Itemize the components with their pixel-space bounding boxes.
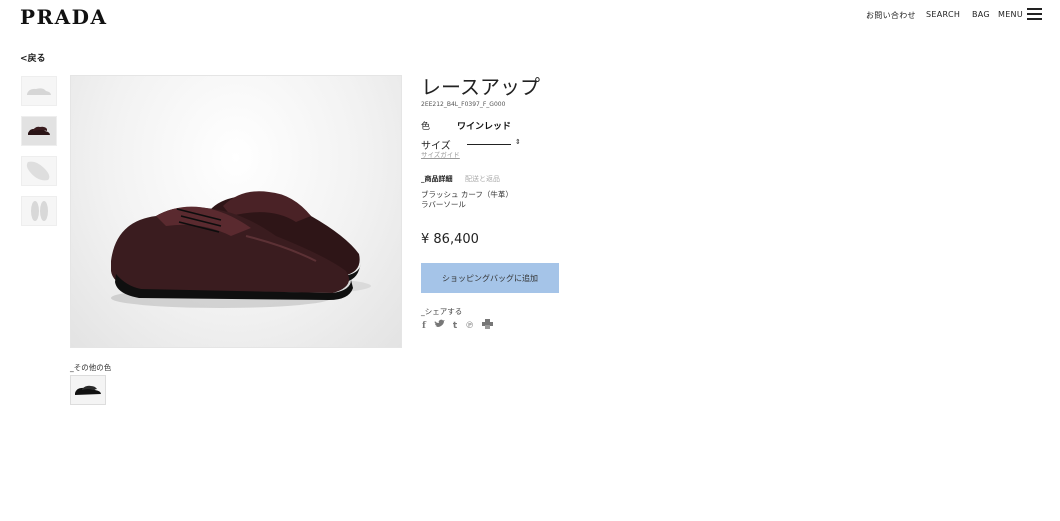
product-main-image[interactable] [70,75,402,348]
chevron-down-icon: ⇕ [515,138,521,146]
shoe-side-icon [27,88,51,95]
other-colors-label: _その他の色 [70,363,112,372]
add-to-bag-button[interactable]: ショッピングバッグに追加 [421,263,559,293]
material-line: ラバーソール [421,200,466,209]
back-link[interactable]: <戻る [20,51,46,64]
color-value: ワインレッド [457,122,512,132]
other-color-swatch[interactable] [70,375,106,405]
print-icon[interactable] [482,319,494,333]
lace-up-shoes-image [111,191,371,308]
share-label: _シェアする [421,307,463,316]
twitter-icon[interactable] [434,319,445,333]
thumbnail-pair-view[interactable] [21,116,57,146]
nav-bag[interactable]: BAG [972,10,990,19]
share-icons: f t ℗ [422,319,494,333]
thumbnail-side-view[interactable] [21,76,57,106]
tab-shipping-returns[interactable]: 配送と返品 [465,174,500,184]
hamburger-menu-icon[interactable] [1027,8,1042,20]
shoe-black-icon [75,385,101,395]
shoe-sole-icon [31,201,48,221]
thumbnail-top-view[interactable] [21,156,57,186]
prada-logo[interactable]: PRADA [20,5,108,29]
size-guide-link[interactable]: サイズガイド [421,149,460,159]
size-select-line [467,144,511,145]
shoe-top-icon [26,161,50,181]
thumbnail-sole-view[interactable] [21,196,57,226]
tumblr-icon[interactable]: t [453,320,457,332]
product-price: ¥ 86,400 [421,232,479,247]
nav-menu[interactable]: MENU [998,10,1023,19]
facebook-icon[interactable]: f [422,320,426,332]
shoe-pair-icon [28,126,50,135]
tab-product-details[interactable]: _商品詳細 [421,174,453,184]
nav-contact[interactable]: お問い合わせ [866,10,916,21]
pinterest-icon[interactable]: ℗ [465,320,474,332]
nav-search[interactable]: SEARCH [926,10,960,19]
product-sku: 2EE212_B4L_F0397_F_G000 [421,101,506,108]
color-label: 色 [421,122,431,132]
size-select[interactable]: ⇕ [467,138,521,147]
product-title: レースアップ [421,75,540,99]
